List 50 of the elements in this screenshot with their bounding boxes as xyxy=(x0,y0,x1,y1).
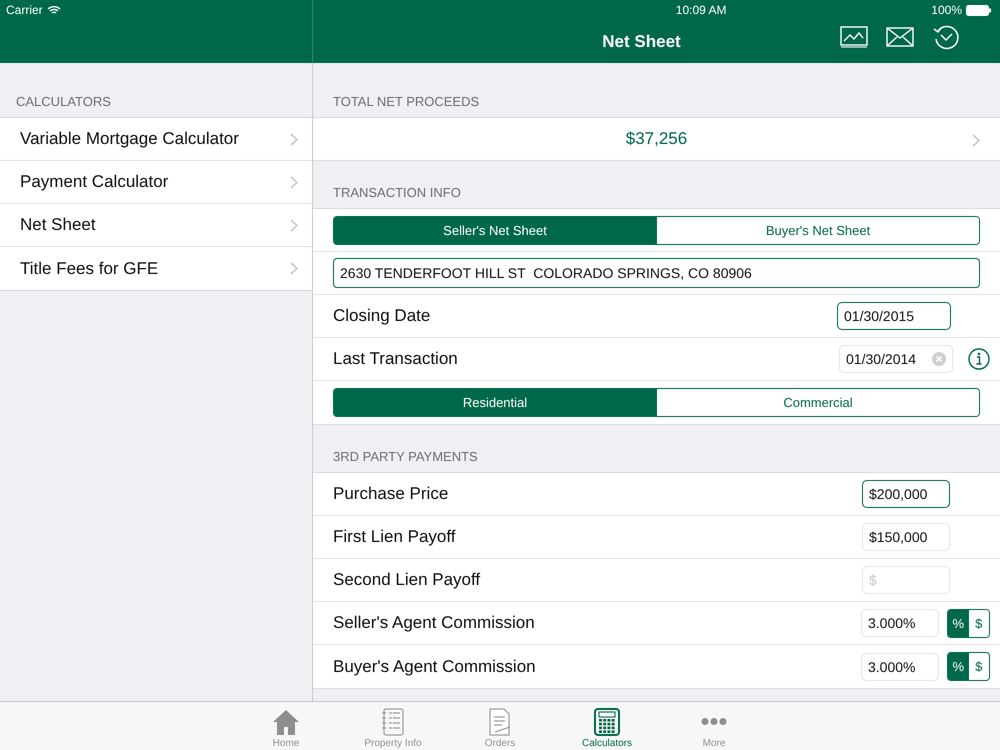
tab-bar-item[interactable]: Calculators xyxy=(554,702,660,750)
battery-icon xyxy=(966,4,992,16)
section-header: 3RD PARTY PAYMENTS xyxy=(332,448,479,466)
carrier-label: Carrier xyxy=(6,3,43,17)
segment-tab[interactable]: Buyer's Net Sheet xyxy=(656,216,979,244)
more-icon xyxy=(701,718,727,725)
section-header: TRANSACTION INFO xyxy=(332,184,462,202)
nav-title: Net Sheet xyxy=(602,32,681,52)
segment-tab[interactable]: Residential xyxy=(334,389,656,416)
sidebar-item[interactable]: Variable Mortgage Calculator xyxy=(0,118,312,161)
calculator-icon xyxy=(594,708,620,736)
address-field[interactable]: 2630 TENDERFOOT HILL ST COLORADO SPRINGS, CO 80906 xyxy=(333,258,980,288)
sidebar-item[interactable]: Net Sheet xyxy=(0,204,312,247)
unit-toggle[interactable]: % xyxy=(948,653,968,680)
chevron-icon xyxy=(290,176,298,188)
input-field[interactable]: $150,000 xyxy=(862,523,950,551)
chevron-icon xyxy=(290,132,298,146)
history-icon[interactable] xyxy=(932,23,960,51)
notebook-icon xyxy=(381,708,405,736)
section-header: TOTAL NET PROCEEDS xyxy=(332,93,480,111)
field-label: Closing Date xyxy=(333,306,432,326)
battery-label: 100% xyxy=(931,3,962,17)
mail-icon[interactable] xyxy=(886,27,914,47)
field-label: Second Lien Payoff xyxy=(333,570,482,590)
wifi-icon xyxy=(46,5,61,15)
field-label: First Lien Payoff xyxy=(333,527,457,547)
status-time: 10:09 AM xyxy=(676,3,726,17)
field-label: Purchase Price xyxy=(333,484,450,504)
chevron-icon xyxy=(972,134,980,147)
input-field[interactable]: 01/30/2014 xyxy=(839,345,953,373)
net-proceeds-value[interactable]: $37,256 xyxy=(626,129,688,149)
unit-toggle[interactable]: % xyxy=(948,610,968,636)
chart-icon[interactable] xyxy=(840,26,868,48)
segment-tab[interactable]: Commercial xyxy=(656,389,979,416)
input-field[interactable]: 01/30/2015 xyxy=(837,302,951,330)
info-icon[interactable] xyxy=(968,348,990,370)
home-icon xyxy=(272,708,300,736)
input-field[interactable]: 3.000% xyxy=(861,652,939,680)
sidebar-item[interactable]: Title Fees for GFE xyxy=(0,247,312,290)
input-field[interactable]: 3.000% xyxy=(861,609,939,637)
sidebar-item[interactable]: Payment Calculator xyxy=(0,161,312,204)
field-label: Buyer's Agent Commission xyxy=(333,656,537,676)
chevron-icon xyxy=(290,262,298,275)
segment-tab[interactable]: Seller's Net Sheet xyxy=(334,216,656,244)
section-header: CALCULATORS xyxy=(15,93,112,111)
chevron-icon xyxy=(290,218,298,232)
input-field[interactable]: $200,000 xyxy=(862,480,950,508)
document-icon xyxy=(487,708,513,736)
field-label: Seller's Agent Commission xyxy=(333,613,536,633)
field-label: Last Transaction xyxy=(333,349,459,369)
